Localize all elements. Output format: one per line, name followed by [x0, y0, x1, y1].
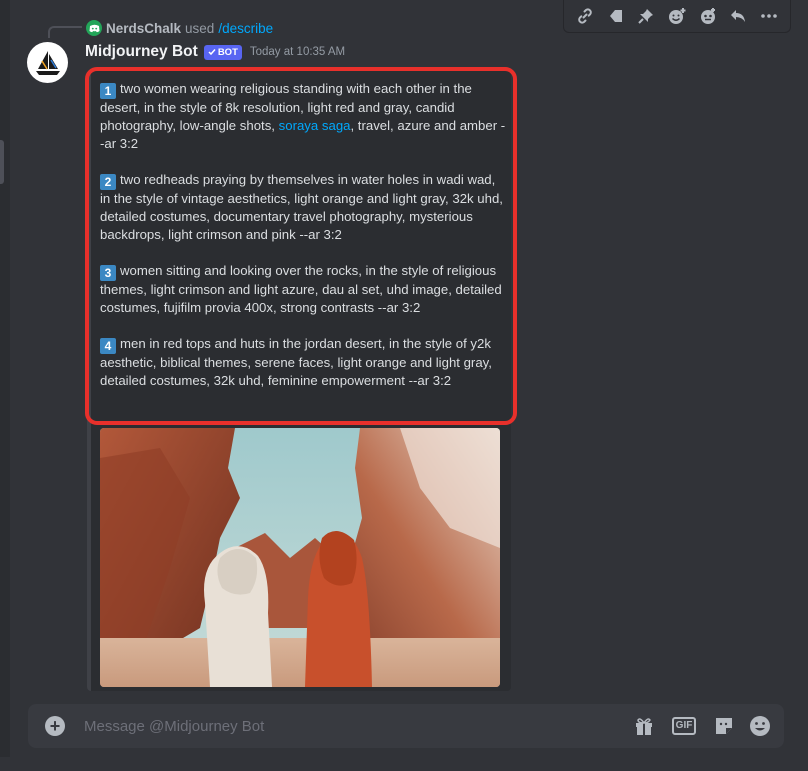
gift-icon[interactable] — [632, 714, 656, 738]
scroll-indicator — [0, 140, 4, 184]
add-reaction-icon[interactable] — [665, 4, 689, 28]
apps-icon[interactable] — [696, 4, 720, 28]
sailboat-logo-icon — [35, 50, 60, 75]
reply-spine — [48, 26, 82, 38]
bot-badge-label: BOT — [217, 46, 238, 58]
reply-context[interactable]: NerdsChalk used /describe — [86, 18, 273, 38]
emoji-icon[interactable] — [748, 714, 772, 738]
message-composer: + GIF — [28, 704, 784, 748]
embed-image[interactable] — [100, 428, 500, 687]
more-icon[interactable] — [757, 4, 781, 28]
message-header: Midjourney Bot BOT Today at 10:35 AM — [85, 42, 345, 62]
reply-used-text: used — [185, 20, 215, 36]
bot-badge: BOT — [203, 44, 242, 60]
timestamp[interactable]: Today at 10:35 AM — [250, 46, 345, 58]
server-rail — [0, 0, 10, 771]
link-icon[interactable] — [573, 4, 597, 28]
verified-check-icon — [208, 49, 216, 56]
discord-icon — [86, 20, 102, 36]
gif-label: GIF — [671, 717, 697, 735]
sticker-icon[interactable] — [712, 714, 736, 738]
tag-icon[interactable] — [604, 4, 628, 28]
reply-icon[interactable] — [726, 4, 750, 28]
reply-username[interactable]: NerdsChalk — [106, 21, 181, 36]
desert-women-photo — [100, 428, 500, 687]
author-name[interactable]: Midjourney Bot — [85, 43, 198, 61]
message-toolbar — [563, 0, 791, 33]
bottom-strip — [0, 757, 808, 771]
reply-command[interactable]: /describe — [218, 21, 273, 36]
bot-avatar[interactable] — [27, 42, 68, 83]
pin-icon[interactable] — [634, 4, 658, 28]
add-attachment-button[interactable]: + — [45, 716, 65, 736]
message-input[interactable] — [84, 716, 604, 736]
red-highlight-box — [85, 67, 517, 425]
gif-button[interactable]: GIF — [671, 714, 697, 738]
